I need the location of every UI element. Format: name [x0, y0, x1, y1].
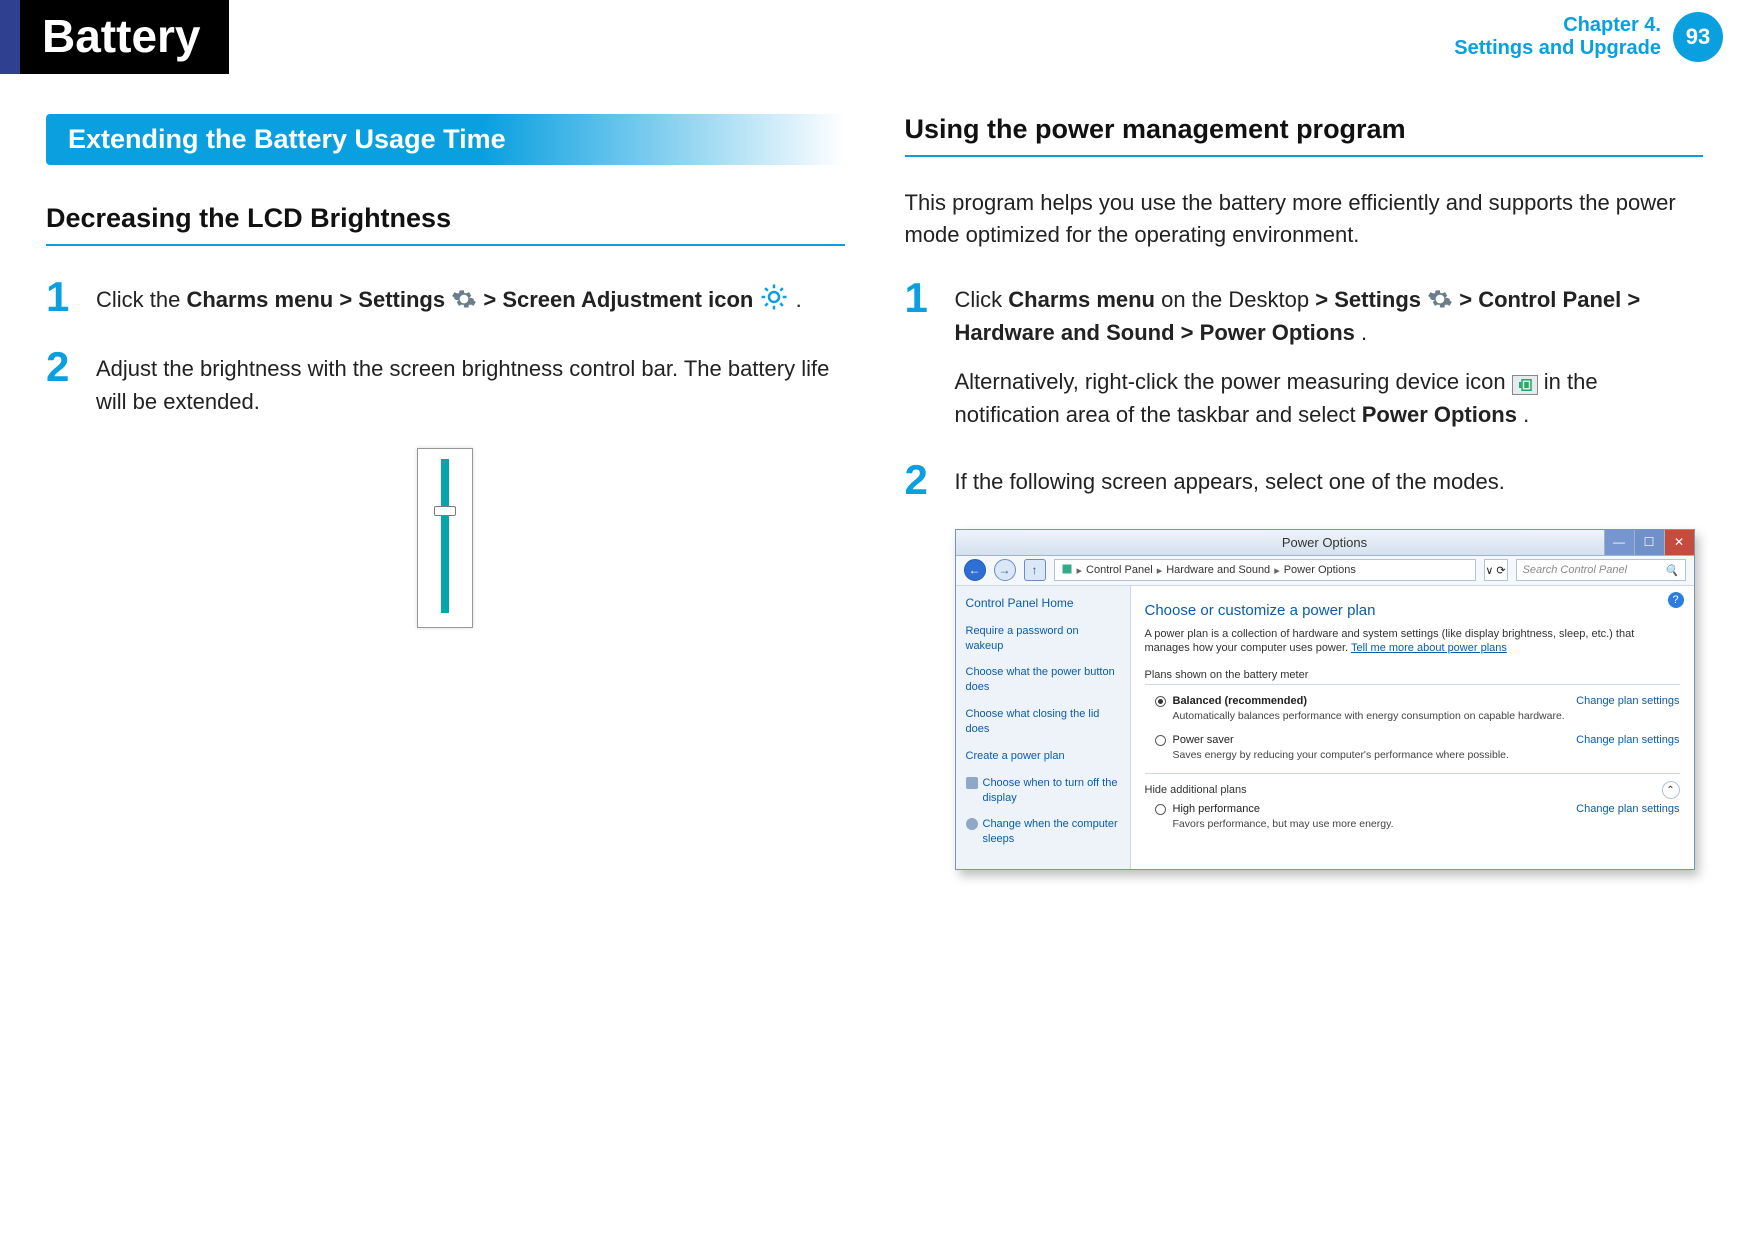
- gear-icon: [1427, 286, 1453, 312]
- radio-high-performance[interactable]: [1155, 804, 1166, 815]
- step-number: 2: [905, 459, 937, 501]
- sidebar-link-sleep[interactable]: Change when the computer sleeps: [966, 817, 1120, 847]
- step-body: Click the Charms menu > Settings > Scree…: [96, 276, 802, 318]
- page-title: Battery: [20, 0, 229, 74]
- brightness-icon: [759, 282, 789, 312]
- right-column: Using the power management program This …: [905, 114, 1704, 870]
- page-body: Extending the Battery Usage Time Decreas…: [0, 74, 1749, 870]
- step-number: 2: [46, 346, 78, 418]
- sidebar-link-create-plan[interactable]: Create a power plan: [966, 749, 1120, 764]
- step-number: 1: [46, 276, 78, 318]
- plan-desc: Saves energy by reducing your computer's…: [1173, 749, 1680, 761]
- step-body: Click Charms menu on the Desktop > Setti…: [955, 277, 1704, 431]
- plan-balanced: Balanced (recommended) Change plan setti…: [1155, 695, 1680, 722]
- plan-desc: Automatically balances performance with …: [1173, 710, 1680, 722]
- plan-name[interactable]: High performance: [1173, 803, 1260, 815]
- window-title: Power Options: [1282, 535, 1367, 550]
- step-body: Adjust the brightness with the screen br…: [96, 346, 845, 418]
- section-banner: Extending the Battery Usage Time: [46, 114, 845, 165]
- left-subheading: Decreasing the LCD Brightness: [46, 203, 845, 246]
- battery-tray-icon: [1512, 375, 1538, 395]
- plan-high-performance: High performance Change plan settings Fa…: [1155, 803, 1680, 830]
- radio-balanced[interactable]: [1155, 696, 1166, 707]
- sidebar-link-power-button[interactable]: Choose what the power button does: [966, 665, 1120, 695]
- step-body: If the following screen appears, select …: [955, 459, 1505, 501]
- slider-frame: [417, 448, 473, 628]
- nav-forward-button[interactable]: →: [994, 559, 1016, 581]
- right-intro: This program helps you use the battery m…: [905, 187, 1704, 251]
- breadcrumb-seg[interactable]: Control Panel: [1086, 564, 1153, 576]
- plan-name[interactable]: Power saver: [1173, 734, 1234, 746]
- search-icon: 🔍: [1665, 564, 1679, 577]
- close-button[interactable]: ✕: [1664, 530, 1694, 555]
- plans-subtitle: Plans shown on the battery meter: [1145, 669, 1680, 681]
- gear-icon: [451, 286, 477, 312]
- plan-name[interactable]: Balanced (recommended): [1173, 695, 1307, 707]
- breadcrumb-icon: [1061, 563, 1073, 578]
- brightness-slider-figure: [46, 448, 845, 628]
- breadcrumb[interactable]: ▸ Control Panel ▸ Hardware and Sound ▸ P…: [1054, 559, 1476, 581]
- right-step-2: 2 If the following screen appears, selec…: [905, 459, 1704, 501]
- panel-title: Choose or customize a power plan: [1145, 602, 1680, 619]
- radio-power-saver[interactable]: [1155, 735, 1166, 746]
- display-icon: [966, 777, 978, 789]
- chapter-line1: Chapter 4.: [1454, 14, 1661, 37]
- sidebar-link-lid[interactable]: Choose what closing the lid does: [966, 707, 1120, 737]
- panel-description: A power plan is a collection of hardware…: [1145, 627, 1680, 656]
- change-plan-link[interactable]: Change plan settings: [1576, 734, 1679, 746]
- address-bar: ← → ↑ ▸ Control Panel ▸ Hardware and Sou…: [956, 556, 1694, 586]
- maximize-button[interactable]: ☐: [1634, 530, 1664, 555]
- sleep-icon: [966, 818, 978, 830]
- main-panel: ? Choose or customize a power plan A pow…: [1131, 586, 1694, 869]
- divider: [1145, 684, 1680, 685]
- slider-thumb[interactable]: [434, 506, 456, 516]
- right-heading: Using the power management program: [905, 114, 1704, 157]
- collapse-button[interactable]: ⌃: [1662, 781, 1680, 799]
- left-step-2: 2 Adjust the brightness with the screen …: [46, 346, 845, 418]
- header-accent-bar: [0, 0, 20, 74]
- refresh-button[interactable]: ∨ ⟳: [1484, 559, 1508, 581]
- window-titlebar[interactable]: Power Options — ☐ ✕: [956, 530, 1694, 556]
- sidebar-link-display-off[interactable]: Choose when to turn off the display: [966, 776, 1120, 806]
- header-right: Chapter 4. Settings and Upgrade 93: [1454, 0, 1749, 74]
- page-header: Battery Chapter 4. Settings and Upgrade …: [0, 0, 1749, 74]
- chapter-line2: Settings and Upgrade: [1454, 37, 1661, 60]
- nav-back-button[interactable]: ←: [964, 559, 986, 581]
- hide-additional-label: Hide additional plans: [1145, 784, 1247, 796]
- change-plan-link[interactable]: Change plan settings: [1576, 695, 1679, 707]
- chapter-label: Chapter 4. Settings and Upgrade: [1454, 14, 1661, 60]
- left-step-1: 1 Click the Charms menu > Settings > Scr…: [46, 276, 845, 318]
- nav-up-button[interactable]: ↑: [1024, 559, 1046, 581]
- change-plan-link[interactable]: Change plan settings: [1576, 803, 1679, 815]
- hide-additional-row: Hide additional plans ⌃: [1145, 773, 1680, 799]
- breadcrumb-seg[interactable]: Hardware and Sound: [1166, 564, 1270, 576]
- search-placeholder: Search Control Panel: [1523, 564, 1628, 576]
- window-buttons: — ☐ ✕: [1604, 530, 1694, 555]
- search-input[interactable]: Search Control Panel 🔍: [1516, 559, 1686, 581]
- help-icon[interactable]: ?: [1668, 592, 1684, 608]
- minimize-button[interactable]: —: [1604, 530, 1634, 555]
- window-body: Control Panel Home Require a password on…: [956, 586, 1694, 869]
- step-number: 1: [905, 277, 937, 431]
- power-options-window: Power Options — ☐ ✕ ← → ↑ ▸ Control Pane…: [955, 529, 1695, 870]
- left-column: Extending the Battery Usage Time Decreas…: [46, 114, 845, 870]
- header-left: Battery: [0, 0, 229, 74]
- sidebar: Control Panel Home Require a password on…: [956, 586, 1131, 869]
- sidebar-link-password[interactable]: Require a password on wakeup: [966, 624, 1120, 654]
- breadcrumb-seg[interactable]: Power Options: [1284, 564, 1356, 576]
- sidebar-home[interactable]: Control Panel Home: [966, 596, 1120, 610]
- plan-power-saver: Power saver Change plan settings Saves e…: [1155, 734, 1680, 761]
- plan-desc: Favors performance, but may use more ene…: [1173, 818, 1680, 830]
- right-step-1: 1 Click Charms menu on the Desktop > Set…: [905, 277, 1704, 431]
- slider-track[interactable]: [441, 459, 449, 613]
- page-number-badge: 93: [1673, 12, 1723, 62]
- learn-more-link[interactable]: Tell me more about power plans: [1351, 642, 1507, 654]
